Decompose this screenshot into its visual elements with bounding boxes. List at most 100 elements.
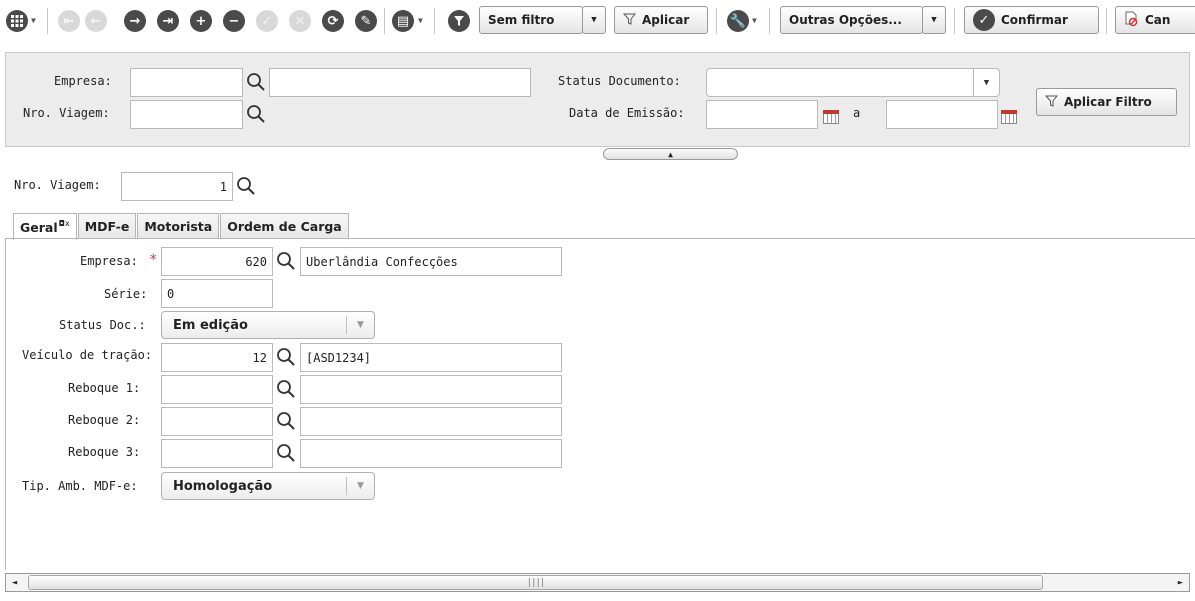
data-emissao-end-input[interactable]	[886, 100, 998, 129]
discard-icon: ✕	[289, 10, 311, 32]
tab-ordem-de-carga-label: Ordem de Carga	[227, 219, 342, 234]
tab-bar: Geral ◘x MDF-e Motorista Ordem de Carga	[13, 213, 350, 240]
apply-label: Aplicar	[642, 13, 690, 27]
grid-menu-icon[interactable]	[6, 10, 28, 32]
filter-empresa-name-input[interactable]	[269, 68, 531, 97]
funnel-icon[interactable]	[448, 10, 470, 32]
apply-filter-button[interactable]: Aplicar Filtro	[1036, 88, 1177, 116]
magnifier-icon[interactable]	[276, 411, 296, 431]
tab-motorista-label: Motorista	[144, 219, 213, 234]
reboque1-name-input[interactable]	[300, 375, 562, 404]
previous-record-icon: ←	[85, 10, 107, 32]
tip-amb-select[interactable]: Homologação ▼	[161, 472, 375, 500]
data-emissao-label: Data de Emissão:	[569, 106, 685, 120]
chevron-up-icon: ▲	[668, 149, 673, 159]
reboque1-code-input[interactable]	[161, 375, 273, 404]
collapse-filter-toggle[interactable]: ▲	[603, 148, 738, 160]
status-doc-label: Status Doc.:	[59, 318, 146, 332]
horizontal-scrollbar[interactable]: ◄ |||| ►	[5, 573, 1190, 592]
tab-ordem-de-carga[interactable]: Ordem de Carga	[220, 213, 349, 239]
refresh-icon[interactable]: ⟳	[322, 10, 344, 32]
toolbar-separator	[434, 8, 435, 34]
calendar-icon[interactable]	[823, 110, 839, 124]
chevron-down-icon: ▼	[346, 316, 374, 334]
reboque3-name-input[interactable]	[300, 439, 562, 468]
magnifier-icon[interactable]	[276, 251, 296, 271]
filter-panel: Empresa: Nro. Viagem: Status Documento: …	[5, 52, 1190, 147]
confirm-label: Confirmar	[1001, 13, 1068, 27]
toolbar-separator	[769, 8, 770, 34]
status-documento-select[interactable]: ▼	[706, 68, 1000, 97]
reboque2-name-input[interactable]	[300, 407, 562, 436]
add-record-icon[interactable]: +	[190, 10, 212, 32]
save-check-icon: ✓	[256, 10, 278, 32]
empresa-code-value: 620	[245, 254, 267, 269]
serie-label: Série:	[104, 287, 148, 301]
serie-input[interactable]: 0	[161, 279, 273, 308]
document-icon[interactable]: ▤	[392, 10, 414, 32]
empresa-name-input[interactable]: Uberlândia Confecções	[300, 247, 562, 276]
toolbar-separator	[47, 8, 48, 34]
remove-record-icon[interactable]: −	[223, 10, 245, 32]
tab-geral-label: Geral	[20, 219, 58, 235]
attach-icon[interactable]: ✎	[355, 10, 377, 32]
magnifier-icon[interactable]	[246, 104, 266, 124]
magnifier-icon[interactable]	[246, 72, 266, 92]
chevron-down-icon[interactable]: ▼	[418, 16, 423, 25]
empresa-code-input[interactable]: 620	[161, 247, 273, 276]
filter-select-dropdown[interactable]: ▼	[582, 6, 606, 34]
data-emissao-start-input[interactable]	[706, 100, 818, 129]
empresa-label: Empresa:	[80, 254, 138, 268]
reboque1-label: Reboque 1:	[68, 381, 141, 395]
magnifier-icon[interactable]	[236, 176, 256, 196]
record-nro-viagem-input[interactable]: 1	[121, 172, 233, 201]
magnifier-icon[interactable]	[276, 379, 296, 399]
veiculo-label: Veículo de tração:	[22, 348, 153, 362]
veiculo-name-input[interactable]: [ASD1234]	[300, 343, 562, 372]
required-asterisk: *	[149, 252, 158, 268]
toolbar-separator	[384, 8, 385, 34]
tab-mdfe[interactable]: MDF-e	[77, 213, 137, 239]
chevron-down-icon[interactable]: ▼	[752, 16, 757, 25]
status-doc-select[interactable]: Em edição ▼	[161, 311, 375, 339]
first-record-icon: ⇤	[58, 10, 80, 32]
magnifier-icon[interactable]	[276, 347, 296, 367]
reboque2-code-input[interactable]	[161, 407, 273, 436]
cancel-button[interactable]: Can	[1115, 6, 1195, 34]
calendar-icon[interactable]	[1001, 110, 1017, 124]
filter-empresa-code-input[interactable]	[130, 68, 243, 97]
tab-geral[interactable]: Geral ◘x	[13, 213, 77, 240]
reboque3-label: Reboque 3:	[68, 445, 141, 459]
more-options-dropdown[interactable]: ▼	[922, 6, 946, 34]
apply-button[interactable]: Aplicar	[614, 6, 708, 34]
funnel-outline-icon	[1044, 95, 1059, 110]
check-circle-icon: ✓	[973, 9, 995, 31]
filter-nro-viagem-input[interactable]	[130, 100, 243, 129]
wrench-icon[interactable]: 🔧	[727, 10, 749, 32]
scrollbar-thumb[interactable]: ||||	[28, 575, 1043, 590]
veiculo-code-input[interactable]: 12	[161, 343, 273, 372]
magnifier-icon[interactable]	[276, 443, 296, 463]
chevron-down-icon[interactable]: ▼	[31, 16, 36, 25]
last-record-icon[interactable]: ⇥	[157, 10, 179, 32]
tab-motorista[interactable]: Motorista	[137, 213, 220, 239]
cancel-document-icon	[1124, 11, 1139, 30]
apply-filter-label: Aplicar Filtro	[1064, 95, 1152, 109]
toolbar-separator	[954, 8, 955, 34]
next-record-icon[interactable]: →	[124, 10, 146, 32]
confirm-button[interactable]: ✓ Confirmar	[964, 6, 1099, 34]
reboque3-code-input[interactable]	[161, 439, 273, 468]
chevron-down-icon: ▼	[973, 69, 999, 96]
funnel-outline-icon	[622, 13, 637, 28]
record-nro-viagem-label: Nro. Viagem:	[14, 178, 101, 192]
more-options-button[interactable]: Outras Opções...	[780, 6, 923, 34]
scroll-left-icon[interactable]: ◄	[6, 574, 23, 591]
filter-select[interactable]: Sem filtro	[479, 6, 583, 34]
veiculo-name-value: [ASD1234]	[306, 350, 372, 365]
detach-tab-icon[interactable]: ◘x	[59, 219, 70, 228]
scroll-right-icon[interactable]: ►	[1172, 574, 1189, 591]
filter-nro-viagem-label: Nro. Viagem:	[23, 106, 110, 120]
cancel-label: Can	[1145, 13, 1171, 27]
status-documento-label: Status Documento:	[558, 74, 681, 88]
filter-empresa-label: Empresa:	[54, 74, 112, 88]
